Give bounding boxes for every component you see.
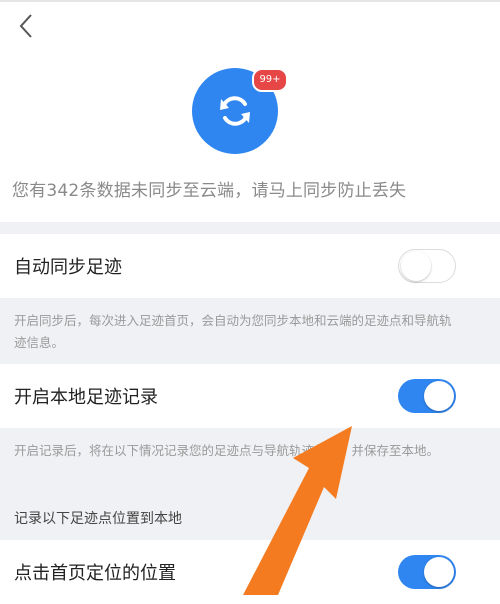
local-record-row[interactable]: 开启本地足迹记录	[0, 364, 500, 428]
auto-sync-label: 自动同步足迹	[14, 257, 122, 278]
sync-message: 您有342条数据未同步至云端，请马上同步防止丢失	[12, 181, 407, 201]
section-divider	[0, 222, 500, 234]
back-button[interactable]	[12, 10, 40, 42]
toggle-knob	[424, 557, 454, 587]
auto-sync-toggle[interactable]	[398, 249, 456, 283]
local-record-toggle[interactable]	[398, 379, 456, 413]
home-location-toggle[interactable]	[398, 555, 456, 589]
home-location-label: 点击首页定位的位置	[14, 563, 176, 584]
auto-sync-note: 开启同步后，每次进入足迹首页，会自动为您同步本地和云端的足迹点和导航轨迹信息。	[14, 313, 452, 350]
toggle-knob	[424, 381, 454, 411]
auto-sync-row[interactable]: 自动同步足迹	[0, 234, 500, 298]
auto-sync-note-area: 开启同步后，每次进入足迹首页，会自动为您同步本地和云端的足迹点和导航轨迹信息。	[0, 298, 500, 364]
sync-button[interactable]: 99+	[192, 68, 288, 154]
local-record-note-area: 开启记录后，将在以下情况记录您的足迹点与导航轨迹信息，并保存至本地。 记录以下足…	[0, 428, 500, 540]
unsynced-count-badge: 99+	[252, 68, 288, 92]
local-record-label: 开启本地足迹记录	[14, 387, 158, 408]
record-section-title: 记录以下足迹点位置到本地	[14, 511, 182, 527]
local-record-note: 开启记录后，将在以下情况记录您的足迹点与导航轨迹信息，并保存至本地。	[14, 443, 440, 458]
sync-icon	[220, 96, 250, 126]
home-location-row[interactable]: 点击首页定位的位置	[0, 540, 500, 604]
chevron-left-icon	[19, 14, 32, 38]
top-divider	[0, 0, 500, 2]
toggle-knob	[401, 251, 431, 281]
